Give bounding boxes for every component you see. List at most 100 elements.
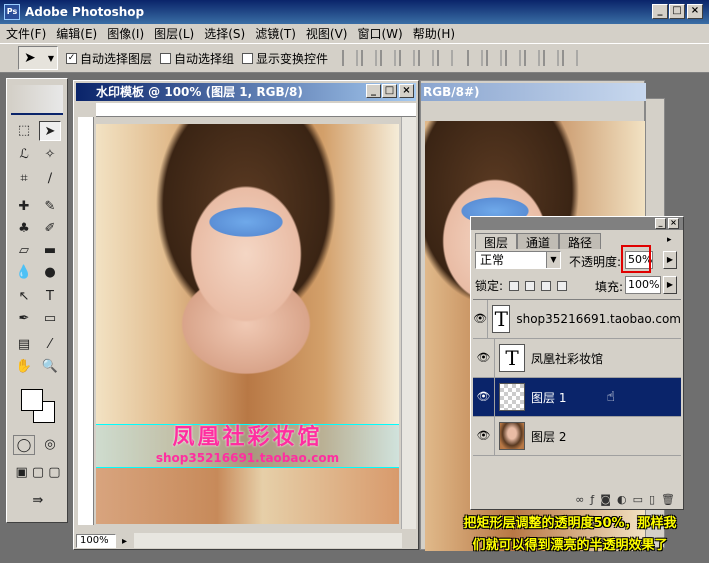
- menu-help[interactable]: 帮助(H): [413, 25, 455, 42]
- foreground-color-swatch[interactable]: [21, 389, 43, 411]
- crop-tool-icon[interactable]: ⌗: [13, 169, 35, 189]
- distribute-hcenter-icon[interactable]: [543, 50, 560, 66]
- menu-layer[interactable]: 图层(L): [154, 25, 194, 42]
- menu-filter[interactable]: 滤镜(T): [255, 25, 296, 42]
- checkbox-icon[interactable]: [242, 52, 254, 64]
- type-tool-icon[interactable]: T: [39, 287, 61, 307]
- blur-tool-icon[interactable]: 💧: [13, 263, 35, 283]
- align-bottom-icon[interactable]: [380, 50, 397, 66]
- slice-tool-icon[interactable]: ∕: [39, 169, 61, 189]
- palette-menu-icon[interactable]: ▸: [667, 235, 672, 245]
- brush-tool-icon[interactable]: ✎: [39, 197, 61, 217]
- eye-icon[interactable]: 👁: [473, 300, 489, 338]
- stamp-tool-icon[interactable]: ♣: [13, 219, 35, 239]
- adjustment-layer-icon[interactable]: ◐: [617, 493, 627, 509]
- menu-view[interactable]: 视图(V): [306, 25, 348, 42]
- gradient-tool-icon[interactable]: ▬: [39, 241, 61, 261]
- eyedropper-icon[interactable]: ⁄: [39, 335, 61, 355]
- path-select-icon[interactable]: ↖: [13, 287, 35, 307]
- move-tool-icon[interactable]: ➤: [39, 121, 61, 141]
- hand-tool-icon[interactable]: ✋: [13, 357, 35, 377]
- distribute-right-icon[interactable]: [562, 50, 579, 66]
- menu-select[interactable]: 选择(S): [204, 25, 245, 42]
- checkbox-checked-icon[interactable]: ✓: [66, 52, 77, 64]
- close-icon[interactable]: ×: [687, 4, 703, 19]
- shape-tool-icon[interactable]: ▭: [39, 309, 61, 329]
- lock-transparency-icon[interactable]: [509, 280, 520, 291]
- menu-image[interactable]: 图像(I): [107, 25, 144, 42]
- maximize-icon[interactable]: □: [669, 4, 685, 19]
- auto-select-layer-option[interactable]: ✓ 自动选择图层: [66, 50, 152, 67]
- lock-position-icon[interactable]: [541, 280, 552, 291]
- tab-channels[interactable]: 通道: [517, 233, 560, 250]
- doc-maximize-icon[interactable]: □: [382, 84, 397, 98]
- vertical-scrollbar[interactable]: [401, 117, 416, 529]
- lock-pixels-icon[interactable]: [525, 280, 536, 291]
- new-group-icon[interactable]: ▭: [633, 493, 643, 509]
- horizontal-scrollbar[interactable]: [134, 533, 402, 548]
- doc-minimize-icon[interactable]: _: [366, 84, 381, 98]
- quick-mask-icon[interactable]: ◎: [39, 435, 61, 455]
- layer-row[interactable]: 👁 T 凤凰社彩妆馆: [473, 339, 681, 378]
- standard-mode-icon[interactable]: ◯: [13, 435, 35, 455]
- distribute-top-icon[interactable]: [467, 50, 484, 66]
- screen-mode-icons[interactable]: ▣ ▢ ▢: [11, 463, 65, 483]
- link-icon[interactable]: ∞: [575, 493, 584, 509]
- zoom-level-field[interactable]: 100%: [76, 534, 116, 548]
- doc-close-icon[interactable]: ×: [399, 84, 414, 98]
- status-menu-icon[interactable]: ▸: [122, 536, 127, 547]
- horizontal-ruler[interactable]: [96, 103, 416, 117]
- minimize-icon[interactable]: _: [652, 4, 668, 19]
- layer-row[interactable]: 👁 T shop35216691.taobao.com: [473, 300, 681, 339]
- distribute-vcenter-icon[interactable]: [486, 50, 503, 66]
- layer-mask-icon[interactable]: ◙: [600, 493, 611, 509]
- eye-icon[interactable]: 👁: [473, 378, 495, 416]
- layer-row[interactable]: 👁 图层 2: [473, 417, 681, 456]
- marquee-tool-icon[interactable]: ⬚: [13, 121, 35, 141]
- eye-icon[interactable]: 👁: [473, 417, 495, 455]
- distribute-bottom-icon[interactable]: [505, 50, 522, 66]
- zoom-tool-icon[interactable]: 🔍: [39, 357, 61, 377]
- pen-tool-icon[interactable]: ✒: [13, 309, 35, 329]
- layer-style-icon[interactable]: ƒ: [590, 493, 594, 509]
- eye-icon[interactable]: 👁: [473, 339, 495, 377]
- align-left-icon[interactable]: [399, 50, 416, 66]
- healing-brush-icon[interactable]: ✚: [13, 197, 35, 217]
- fill-field[interactable]: 100%: [625, 276, 661, 294]
- eraser-tool-icon[interactable]: ▱: [13, 241, 35, 261]
- align-vcenter-icon[interactable]: [361, 50, 378, 66]
- new-layer-icon[interactable]: ▯: [649, 493, 655, 509]
- opacity-slider-icon[interactable]: ▶: [663, 251, 677, 269]
- distribute-left-icon[interactable]: [524, 50, 541, 66]
- palette-close-icon[interactable]: ×: [668, 218, 679, 229]
- align-right-icon[interactable]: [437, 50, 454, 66]
- layer-row-selected[interactable]: 👁 图层 1 ☝: [473, 378, 681, 417]
- tab-layers[interactable]: 图层: [475, 233, 518, 250]
- tool-preset-picker[interactable]: ➤ ▼: [18, 46, 58, 70]
- menu-file[interactable]: 文件(F): [6, 25, 46, 42]
- document-window[interactable]: 水印模板 @ 100% (图层 1, RGB/8) _ □ × 凤凰社彩妆馆 s…: [73, 80, 419, 550]
- watermark-rectangle[interactable]: 凤凰社彩妆馆 shop35216691.taobao.com: [96, 424, 399, 468]
- fill-slider-icon[interactable]: ▶: [663, 276, 677, 294]
- notes-tool-icon[interactable]: ▤: [13, 335, 35, 355]
- auto-select-group-option[interactable]: 自动选择组: [160, 50, 234, 67]
- trash-icon[interactable]: 🗑: [661, 493, 675, 509]
- vertical-ruler[interactable]: [78, 117, 94, 525]
- history-brush-icon[interactable]: ✐: [39, 219, 61, 239]
- jump-to-imageready-icon[interactable]: ⇛: [13, 491, 63, 511]
- menu-edit[interactable]: 编辑(E): [56, 25, 97, 42]
- palette-minimize-icon[interactable]: _: [655, 218, 666, 229]
- show-transform-option[interactable]: 显示变换控件: [242, 50, 328, 67]
- lasso-tool-icon[interactable]: ℒ: [13, 145, 35, 165]
- checkbox-icon[interactable]: [160, 52, 172, 64]
- lock-all-icon[interactable]: [557, 280, 568, 291]
- tab-paths[interactable]: 路径: [559, 233, 602, 250]
- magic-wand-icon[interactable]: ✧: [39, 145, 61, 165]
- menu-window[interactable]: 窗口(W): [357, 25, 402, 42]
- align-hcenter-icon[interactable]: [418, 50, 435, 66]
- blend-mode-select[interactable]: 正常 ▼: [475, 251, 561, 269]
- align-top-icon[interactable]: [342, 50, 359, 66]
- image-canvas[interactable]: 凤凰社彩妆馆 shop35216691.taobao.com: [96, 124, 399, 524]
- dodge-tool-icon[interactable]: ●: [39, 263, 61, 283]
- palette-title-bar[interactable]: [471, 217, 683, 230]
